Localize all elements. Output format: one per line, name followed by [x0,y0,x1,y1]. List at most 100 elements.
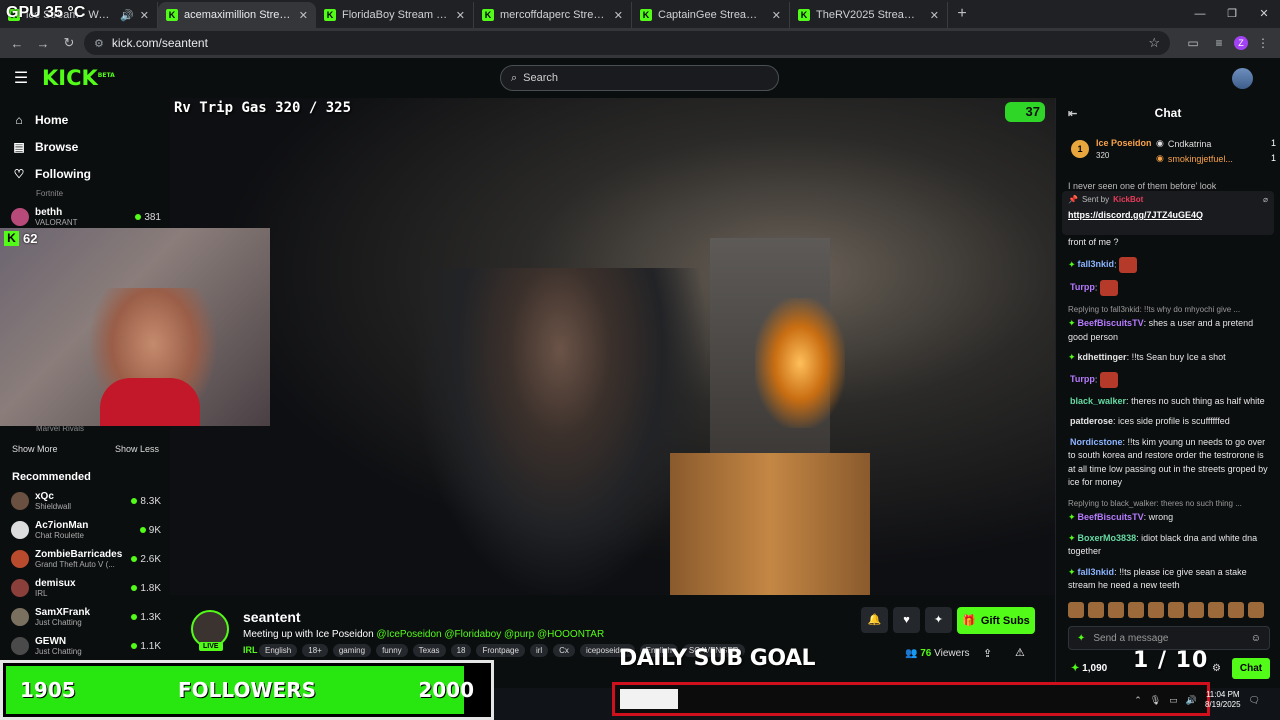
kick-logo[interactable]: KICKBETA [42,66,115,90]
settings-gear-icon[interactable]: ⚙ [1212,663,1221,674]
chevron-up-icon[interactable]: ⌃ [1134,695,1142,706]
username[interactable]: patderose [1070,416,1113,426]
speaker-icon[interactable]: 🔊 [120,9,134,22]
tab-close-icon[interactable]: ✕ [614,9,623,22]
reload-button[interactable]: ↻ [58,35,80,51]
tag[interactable]: funny [376,644,408,657]
profile-avatar[interactable]: Z [1234,36,1248,50]
emote-icon[interactable] [1188,602,1204,618]
close-window-button[interactable]: ✕ [1248,0,1280,28]
tag[interactable]: 18 [450,644,472,657]
notification-icon[interactable]: 🗨 [1249,695,1260,706]
emote-icon[interactable] [1108,602,1124,618]
tab-close-icon[interactable]: ✕ [772,9,781,22]
username[interactable]: BeefBiscuitsTV [1078,512,1144,522]
volume-icon[interactable]: 🔊 [1186,695,1197,706]
tag[interactable]: irl [529,644,549,657]
browser-tab-1[interactable]: Kacemaximillion Stream - Watch Live ✕ [158,2,316,28]
recommended-channel[interactable]: GEWN Just Chatting 1.1K [11,633,161,659]
gift-subs-button[interactable]: 🎁 Gift Subs [957,607,1035,634]
tag[interactable]: gaming [332,644,372,657]
recommended-channel[interactable]: demisux IRL 1.8K [11,575,161,601]
hamburger-menu-icon[interactable]: ☰ [0,68,42,88]
emote-icon[interactable] [1128,602,1144,618]
bookmark-star-icon[interactable]: ☆ [1148,35,1160,51]
media-icon[interactable]: ≡ [1208,36,1230,50]
report-flag-icon[interactable]: ⚠ [1015,646,1025,659]
share-icon[interactable]: ⇪ [983,647,992,660]
user-avatar[interactable] [1232,68,1253,89]
pinned-link[interactable]: https://discord.gg/7JTZ4uGE4Q [1068,210,1268,220]
emote-icon[interactable] [1208,602,1224,618]
forward-button[interactable]: → [32,36,54,51]
clip-button[interactable]: ✦ [925,607,952,633]
tag[interactable]: English [259,644,298,657]
sidebar-item-home[interactable]: ⌂ Home [0,106,170,133]
top-gifter-name[interactable]: Ice Poseidon [1096,138,1152,148]
leaderboard-entry[interactable]: ◉ Cndkatrina [1156,138,1211,149]
channel-points[interactable]: ✦ 1,090 [1071,663,1107,674]
stream-category[interactable]: IRL [243,645,258,655]
notification-bell-button[interactable]: 🔔 [861,607,888,633]
username[interactable]: Nordicstone [1070,437,1123,447]
mention[interactable]: @HOOONTAR [537,629,604,640]
new-tab-button[interactable]: + [948,2,976,28]
mic-icon[interactable]: 🎙 [1150,695,1161,706]
emote-icon[interactable] [1228,602,1244,618]
browser-tab-3[interactable]: Kmercoffdaperc Stream - Watch Live ✕ [474,2,632,28]
browser-tab-5[interactable]: K TheRV2025 Stream - Watch Live ✕ [790,2,948,28]
tab-close-icon[interactable]: ✕ [140,9,149,22]
emote-icon[interactable] [1168,602,1184,618]
tag[interactable]: Texas [412,644,446,657]
browser-tab-4[interactable]: K CaptainGee Stream - Watch Live ✕ [632,2,790,28]
restore-button[interactable]: ❐ [1216,0,1248,28]
clock[interactable]: 11:04 PM 8/19/2025 [1205,690,1241,710]
mention[interactable]: @purp [504,629,534,640]
follow-button[interactable]: ♥ [893,607,920,633]
send-chat-button[interactable]: Chat [1232,658,1270,679]
recommended-channel[interactable]: xQc Shieldwall 8.3K [11,488,161,514]
search-input[interactable]: ⌕ Search [500,65,779,91]
unpin-icon[interactable]: ⌀ [1263,195,1268,204]
chat-input[interactable]: ✦ Send a message ☺ [1068,626,1270,650]
username[interactable]: black_walker [1070,396,1126,406]
username[interactable]: fall3nkid [1078,567,1115,577]
emoji-icon[interactable]: ☺ [1251,633,1261,644]
back-button[interactable]: ← [6,36,28,51]
menu-dots-icon[interactable]: ⋮ [1252,36,1274,50]
show-more-button[interactable]: Show More [12,444,58,454]
channel-name[interactable]: seantent [243,609,301,625]
recommended-channel[interactable]: SamXFrank Just Chatting 1.3K [11,604,161,630]
sidebar-item-browse[interactable]: ▤ Browse [0,133,170,160]
tab-close-icon[interactable]: ✕ [456,9,465,22]
mention[interactable]: @IcePoseidon [376,629,441,640]
username[interactable]: BeefBiscuitsTV [1078,318,1144,328]
following-channel[interactable]: bethh VALORANT 381 [11,204,161,230]
tag[interactable]: Cx [553,644,575,657]
username[interactable]: Turpp [1070,374,1095,384]
site-info-icon[interactable]: ⚙ [94,37,104,50]
show-less-button[interactable]: Show Less [115,444,159,454]
minimize-button[interactable]: — [1184,0,1216,28]
emote-icon[interactable] [1148,602,1164,618]
recommended-channel[interactable]: ZombieBarricades Grand Theft Auto V (... 2… [11,546,161,572]
address-bar[interactable]: ⚙ kick.com/seantent ☆ [84,31,1170,55]
browser-tab-2[interactable]: K FloridaBoy Stream - Watch Live ✕ [316,2,474,28]
cast-icon[interactable]: ▭ [1182,36,1204,50]
emote-icon[interactable] [1248,602,1264,618]
emote-icon[interactable] [1088,602,1104,618]
sidebar-item-following[interactable]: ♡ Following [0,160,170,187]
leaderboard-entry[interactable]: ◉ smokingjetfuel... [1156,153,1233,164]
tag[interactable]: Frontpage [476,644,525,657]
emote-icon[interactable] [1068,602,1084,618]
tag[interactable]: 18+ [302,644,328,657]
username[interactable]: Turpp [1070,282,1095,292]
username[interactable]: kdhettinger [1078,352,1127,362]
network-icon[interactable]: ▭ [1169,695,1178,706]
tab-close-icon[interactable]: ✕ [930,9,939,22]
username[interactable]: fall3nkid [1078,259,1115,269]
tab-close-icon[interactable]: ✕ [299,9,308,22]
collapse-chat-icon[interactable]: ⇤ [1068,107,1077,120]
mention[interactable]: @Floridaboy [444,629,501,640]
recommended-channel[interactable]: Ac7ionMan Chat Roulette 9K [11,517,161,543]
